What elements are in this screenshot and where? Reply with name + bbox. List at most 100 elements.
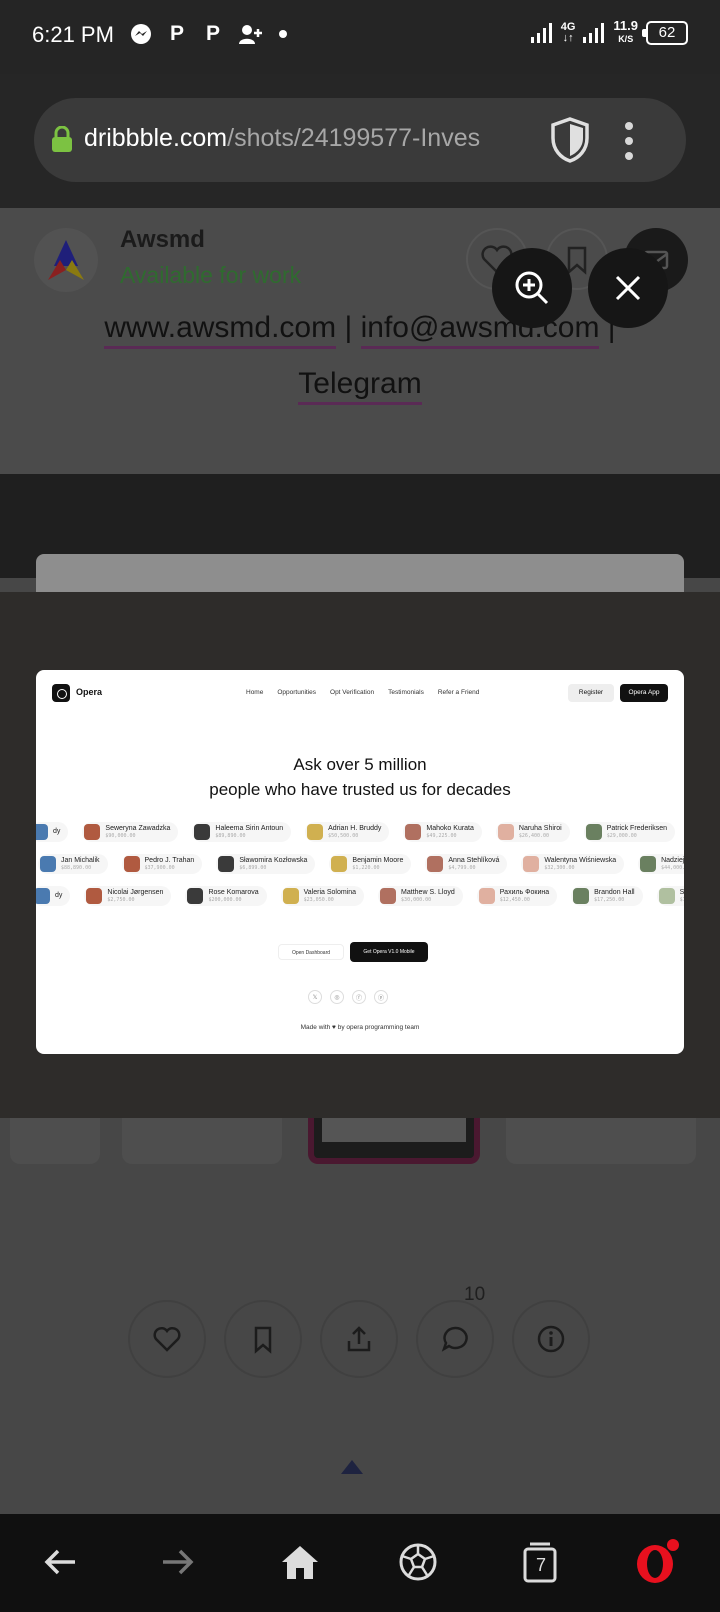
forward-button[interactable] bbox=[150, 1536, 206, 1588]
website-link[interactable]: www.awsmd.com bbox=[104, 311, 337, 349]
person-name: dy bbox=[53, 828, 61, 835]
thumbnail-1[interactable] bbox=[10, 1118, 100, 1164]
person-name: Seweryna Zawadzka bbox=[105, 825, 171, 832]
dot-icon bbox=[279, 30, 287, 38]
close-lightbox-button[interactable] bbox=[588, 248, 668, 328]
share-button[interactable] bbox=[320, 1300, 398, 1378]
zoom-button[interactable] bbox=[492, 248, 572, 328]
person-name: Mahoko Kurata bbox=[426, 825, 474, 832]
preview-nav-links: Home Opportunities Opt Verification Test… bbox=[246, 689, 479, 696]
x-icon: 𝕏 bbox=[308, 990, 322, 1004]
preview-nav-item: Opt Verification bbox=[330, 689, 375, 696]
person-chip: Pedro J. Trahan $37,900.00 bbox=[121, 854, 203, 874]
arrow-left-icon bbox=[44, 1549, 75, 1575]
browser-bottom-bar: 7 bbox=[0, 1514, 720, 1612]
home-button[interactable] bbox=[272, 1536, 328, 1588]
person-value: $1,220.00 bbox=[352, 865, 380, 871]
instagram-icon: ◎ bbox=[330, 990, 344, 1004]
opera-logo-icon bbox=[52, 684, 70, 702]
person-name: Benjamin Moore bbox=[352, 857, 404, 864]
person-name: Nadzieja Jasi bbox=[661, 857, 684, 864]
person-value: $12,000.00 bbox=[679, 897, 684, 903]
speed-dial-button[interactable] bbox=[390, 1536, 446, 1588]
info-button[interactable] bbox=[512, 1300, 590, 1378]
person-chip: Naruha Shiroi $26,400.00 bbox=[495, 822, 570, 842]
person-value: $200,000.00 bbox=[208, 897, 242, 903]
telegram-link[interactable]: Telegram bbox=[298, 367, 422, 405]
opera-menu-button[interactable] bbox=[630, 1536, 686, 1588]
avatar bbox=[523, 856, 540, 872]
zoom-in-icon bbox=[515, 271, 549, 305]
person-chip: Mahoko Kurata $49,225.00 bbox=[403, 822, 482, 842]
preview-footer: Made with ♥ by opera programming team bbox=[300, 1024, 420, 1031]
person-chip: Nadzieja Jasi$44,000.00 bbox=[638, 854, 684, 874]
person-value: $37,900.00 bbox=[144, 865, 175, 871]
author-name[interactable]: Awsmd bbox=[120, 226, 205, 254]
comments-button[interactable] bbox=[416, 1300, 494, 1378]
like-button[interactable] bbox=[128, 1300, 206, 1378]
person-name: Valeria Solomina bbox=[303, 889, 357, 896]
availability-label: Available for work bbox=[120, 262, 302, 288]
opera-logo-icon bbox=[637, 1539, 679, 1583]
share-icon bbox=[347, 1326, 371, 1352]
url-text[interactable]: dribbble.com/shots/24199577-Inves bbox=[84, 124, 534, 153]
address-bar-area: dribbble.com/shots/24199577-Inves bbox=[0, 74, 720, 208]
messenger-icon bbox=[131, 24, 151, 44]
person-chip: Adrian H. Bruddy $50,500.00 bbox=[305, 822, 390, 842]
avatar bbox=[36, 888, 50, 904]
person-name: Sophia L bbox=[679, 889, 684, 896]
person-name: dy bbox=[55, 892, 63, 899]
signal-icon bbox=[530, 22, 552, 43]
avatar bbox=[573, 888, 590, 904]
people-row-1: dy Seweryna Zawadzka $90,000.00 Haleema Sir… bbox=[36, 822, 676, 842]
shot-thumbnails bbox=[0, 1118, 720, 1178]
avatar bbox=[380, 888, 397, 904]
person-chip: Patrick Frederiksen $29,000.00 bbox=[583, 822, 676, 842]
avatar bbox=[427, 856, 444, 872]
preview-dashboard-button: Open Dashboard bbox=[278, 944, 344, 960]
person-chip: Jan Michalik $88,890.00 bbox=[38, 854, 108, 874]
shot-actions: 10 bbox=[128, 1284, 596, 1380]
person-chip: dy bbox=[36, 886, 71, 906]
person-name: Patrick Frederiksen bbox=[606, 825, 668, 832]
add-person-icon bbox=[239, 25, 262, 44]
person-chip: Anna Stehlíková $4,799.00 bbox=[425, 854, 508, 874]
back-button[interactable] bbox=[32, 1536, 88, 1588]
avatar bbox=[405, 824, 422, 840]
thumbnail-4[interactable] bbox=[506, 1118, 696, 1164]
net-speed: 11.9 K/S bbox=[613, 18, 638, 44]
signal-icon-2 bbox=[583, 22, 605, 43]
email-link[interactable]: info@awsmd.com bbox=[360, 311, 600, 349]
person-value: $2,750.00 bbox=[107, 897, 135, 903]
person-value: $90,000.00 bbox=[105, 833, 136, 839]
p-app-icon-2: P bbox=[205, 22, 220, 45]
person-chip: Seweryna Zawadzka $90,000.00 bbox=[82, 822, 179, 842]
shot-preview-image[interactable]: Opera Home Opportunities Opt Verificatio… bbox=[36, 670, 684, 1054]
shield-icon[interactable] bbox=[548, 116, 592, 164]
save-button[interactable] bbox=[224, 1300, 302, 1378]
shot-header: Awsmd Available for work www.awsmd.com |… bbox=[0, 208, 720, 474]
thumbnail-2[interactable] bbox=[122, 1118, 282, 1164]
avatar bbox=[123, 856, 140, 872]
avatar bbox=[187, 888, 204, 904]
arrow-right-icon bbox=[163, 1549, 194, 1575]
preview-cta: Open Dashboard Get Opera V1.0 Mobile bbox=[278, 942, 438, 962]
avatar bbox=[478, 888, 495, 904]
address-bar[interactable]: dribbble.com/shots/24199577-Inves bbox=[34, 98, 686, 182]
author-logo[interactable] bbox=[34, 228, 98, 292]
preview-navbar: Opera Home Opportunities Opt Verificatio… bbox=[52, 684, 668, 704]
more-options-icon[interactable] bbox=[624, 122, 634, 160]
person-value: $6,899.00 bbox=[239, 865, 267, 871]
lock-icon[interactable] bbox=[52, 126, 72, 152]
person-name: Walentyna Wiśniewska bbox=[544, 857, 617, 864]
preview-mobile-button: Get Opera V1.0 Mobile bbox=[350, 942, 428, 962]
tabs-button[interactable]: 7 bbox=[512, 1536, 568, 1588]
bookmark-icon bbox=[254, 1326, 272, 1354]
person-name: Nicolai Jørgensen bbox=[107, 889, 164, 896]
football-icon bbox=[399, 1543, 437, 1581]
thumbnail-3-active[interactable] bbox=[308, 1118, 480, 1164]
person-chip: Rose Komarova $200,000.00 bbox=[185, 886, 267, 906]
avatar bbox=[40, 856, 56, 872]
person-name: Matthew S. Lloyd bbox=[401, 889, 455, 896]
person-value: $49,225.00 bbox=[426, 833, 457, 839]
